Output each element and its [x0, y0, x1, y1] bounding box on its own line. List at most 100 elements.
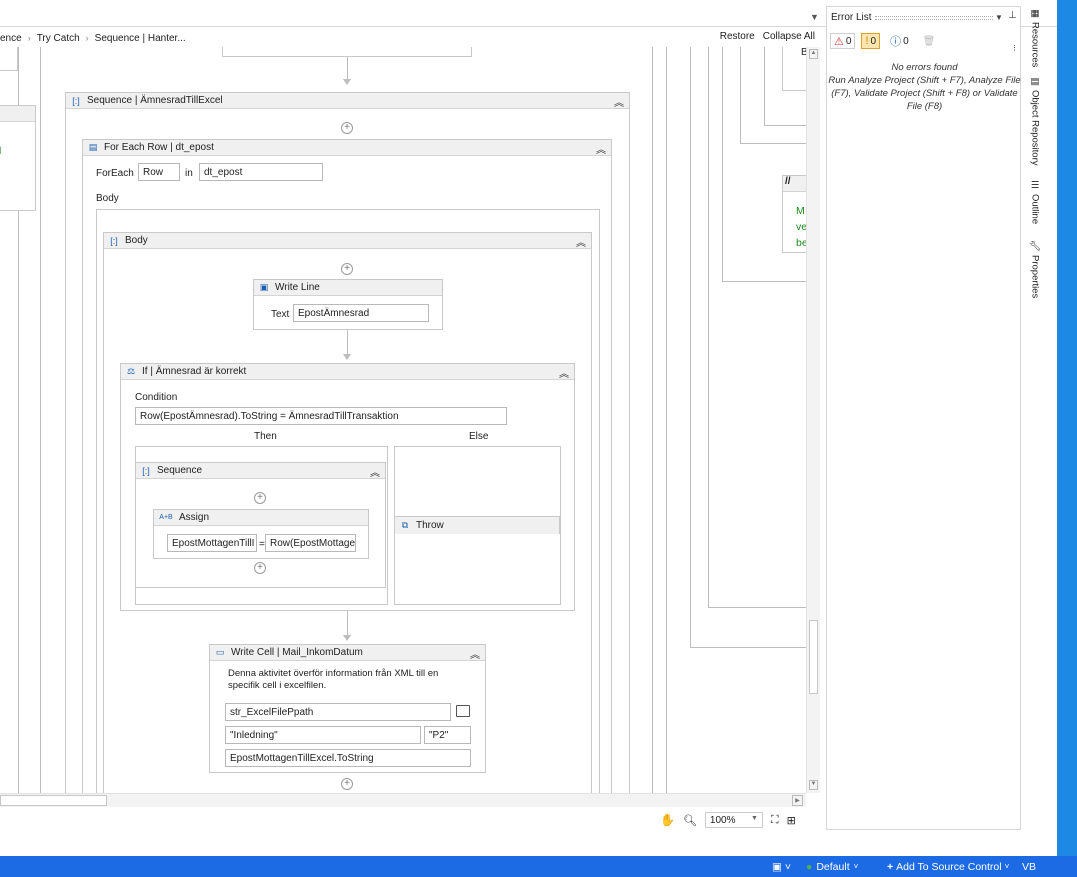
collapse-icon[interactable]: ︽	[576, 234, 586, 249]
equals-label: =	[259, 539, 265, 550]
horizontal-scrollbar[interactable]: ▶	[0, 793, 806, 807]
chevron-down-icon: ˅	[853, 862, 859, 871]
clear-trash-icon[interactable]: 🗑︎	[919, 33, 940, 49]
throw-icon: ⧉	[401, 520, 409, 530]
zoom-search-icon[interactable]: 🔍︎	[683, 814, 697, 827]
comment-icon: //	[783, 176, 806, 192]
messages-filter-button[interactable]: ⓘ 0	[886, 33, 913, 49]
assign-to-field[interactable]: EpostMottagenTillI	[167, 534, 257, 552]
errors-filter-button[interactable]: ⚠ 0	[830, 33, 856, 49]
overflow-icon[interactable]: ⁝	[1013, 43, 1016, 54]
tab-object-repository[interactable]: ▤ Object Repository	[1026, 76, 1044, 178]
activity-title[interactable]: Assign	[179, 512, 209, 523]
restore-button[interactable]: Restore	[720, 31, 755, 42]
sheet-name-field[interactable]: "Inledning"	[225, 726, 421, 744]
cell-field[interactable]: "P2"	[424, 726, 471, 744]
write-line-icon: ▣	[259, 282, 269, 292]
in-label: in	[185, 168, 193, 179]
chevron-down-icon[interactable]: ▼	[995, 13, 1003, 22]
body-label: Body	[96, 193, 119, 204]
collapse-icon[interactable]: ︽	[596, 141, 606, 156]
assign-activity[interactable]: A+B Assign EpostMottagenTillI = Row(Epos…	[153, 509, 369, 559]
overview-icon[interactable]: ⊞	[787, 814, 796, 827]
error-list-panel: Error List ▼ ⊥ ⚠ 0 ! 0 ⓘ 0 🗑︎ ⁝ No error…	[826, 6, 1021, 830]
add-to-source-control-button[interactable]: + Add To Source Control ˅	[887, 861, 1009, 873]
partial-activity: l	[0, 105, 36, 211]
zoom-select[interactable]: 100% ▼	[704, 812, 763, 828]
tab-properties[interactable]: 🔧︎ Properties	[1026, 240, 1044, 306]
sequence-icon: [:]	[110, 235, 118, 246]
fit-to-screen-icon[interactable]: ⛶	[771, 814, 779, 827]
chevron-right-icon: ›	[27, 33, 31, 43]
foreach-label: ForEach	[96, 168, 134, 179]
vertical-scrollbar[interactable]: ▲ ▼	[806, 47, 820, 793]
foreach-icon: ▤	[88, 142, 98, 152]
scroll-thumb[interactable]	[809, 620, 818, 694]
condition-label: Condition	[135, 392, 178, 403]
scroll-thumb[interactable]	[0, 795, 107, 806]
condition-field[interactable]: Row(EpostÄmnesrad).ToString = ÄmnesradTi…	[135, 407, 507, 425]
item-variable-field[interactable]: Row	[138, 163, 180, 181]
warning-icon: !	[865, 35, 869, 47]
resources-icon: ▦	[1029, 8, 1041, 19]
partial-activity	[0, 47, 18, 71]
add-activity-icon[interactable]: +	[341, 263, 353, 275]
warnings-filter-button[interactable]: ! 0	[861, 33, 881, 49]
activity-title[interactable]: Sequence	[157, 465, 202, 476]
tab-resources[interactable]: ▦ Resources	[1026, 8, 1044, 70]
analyze-hint: Run Analyze Project (Shift + F7), Analyz…	[828, 75, 1021, 112]
hand-pan-icon[interactable]: ✋	[660, 813, 675, 827]
outline-icon: ☰	[1029, 180, 1041, 191]
activity-title[interactable]: For Each Row | dt_epost	[104, 142, 214, 153]
collapse-all-button[interactable]: Collapse All	[763, 31, 815, 42]
designer-canvas[interactable]: l B // M ve be [:] Sequence | ÄmnesradTi…	[0, 47, 806, 793]
collapse-icon[interactable]: ︽	[370, 464, 380, 479]
comment-activity[interactable]: // M ve be	[782, 175, 806, 253]
activity-title[interactable]: Throw	[416, 520, 444, 531]
add-activity-icon[interactable]: +	[341, 122, 353, 134]
tab-outline[interactable]: ☰ Outline	[1026, 180, 1044, 236]
object-repository-icon: ▤	[1029, 76, 1041, 87]
throw-activity[interactable]: ⧉ Throw	[394, 516, 560, 534]
scroll-down-icon[interactable]: ▼	[809, 780, 818, 790]
text-field[interactable]: EpostÄmnesrad	[293, 304, 429, 322]
designer-toolbar: Restore Collapse All	[720, 31, 815, 42]
zoom-bar: ✋ 🔍︎ 100% ▼ ⛶ ⊞	[660, 812, 820, 828]
profile-selector[interactable]: ● Default ˅	[806, 861, 858, 873]
write-cell-activity[interactable]: ▭ Write Cell | Mail_InkomDatum ︽ Denna a…	[209, 644, 486, 773]
activity-title[interactable]: Write Line	[275, 282, 320, 293]
activity-title[interactable]: If | Ämnesrad är korrekt	[142, 366, 246, 377]
write-line-activity[interactable]: ▣ Write Line Text EpostÄmnesrad	[253, 279, 443, 330]
activity-title[interactable]: Sequence | ÄmnesradTillExcel	[87, 95, 223, 106]
info-icon: ⓘ	[890, 36, 902, 48]
assign-value-field[interactable]: Row(EpostMottage	[265, 534, 356, 552]
write-cell-icon: ▭	[215, 647, 225, 657]
dropdown-arrow-icon[interactable]: ▼	[810, 12, 819, 22]
notification-icon[interactable]: ▣ ˅	[772, 861, 791, 873]
activity-title[interactable]: Write Cell | Mail_InkomDatum	[231, 647, 363, 658]
breadcrumb: ence › Try Catch › Sequence | Hanter...	[0, 31, 186, 45]
breadcrumb-item[interactable]: Sequence | Hanter...	[95, 33, 186, 44]
breadcrumb-item[interactable]: Try Catch	[37, 33, 80, 44]
no-errors-message: No errors found	[891, 62, 958, 73]
pin-icon[interactable]: ⊥	[1008, 10, 1017, 21]
collapse-icon[interactable]: ︽	[470, 646, 480, 661]
scroll-up-icon[interactable]: ▲	[809, 49, 818, 59]
collection-field[interactable]: dt_epost	[199, 163, 323, 181]
language-indicator: VB	[1022, 860, 1037, 873]
drag-grip[interactable]	[875, 16, 993, 20]
collapse-icon[interactable]: ︽	[614, 94, 624, 109]
add-activity-icon[interactable]: +	[341, 778, 353, 790]
activity-title[interactable]: Body	[125, 235, 148, 246]
breadcrumb-item[interactable]: ence	[0, 33, 22, 44]
plus-icon: +	[887, 860, 894, 873]
chevron-down-icon: ˅	[1004, 862, 1010, 871]
value-field[interactable]: EpostMottagenTillExcel.ToString	[225, 749, 471, 767]
collapse-icon[interactable]: ︽	[559, 365, 569, 380]
text-label: Text	[271, 309, 290, 320]
add-activity-icon[interactable]: +	[254, 492, 266, 504]
scroll-right-icon[interactable]: ▶	[792, 795, 803, 806]
add-activity-icon[interactable]: +	[254, 562, 266, 574]
folder-icon[interactable]	[456, 705, 470, 717]
workbook-path-field[interactable]: str_ExcelFilePpath	[225, 703, 451, 721]
